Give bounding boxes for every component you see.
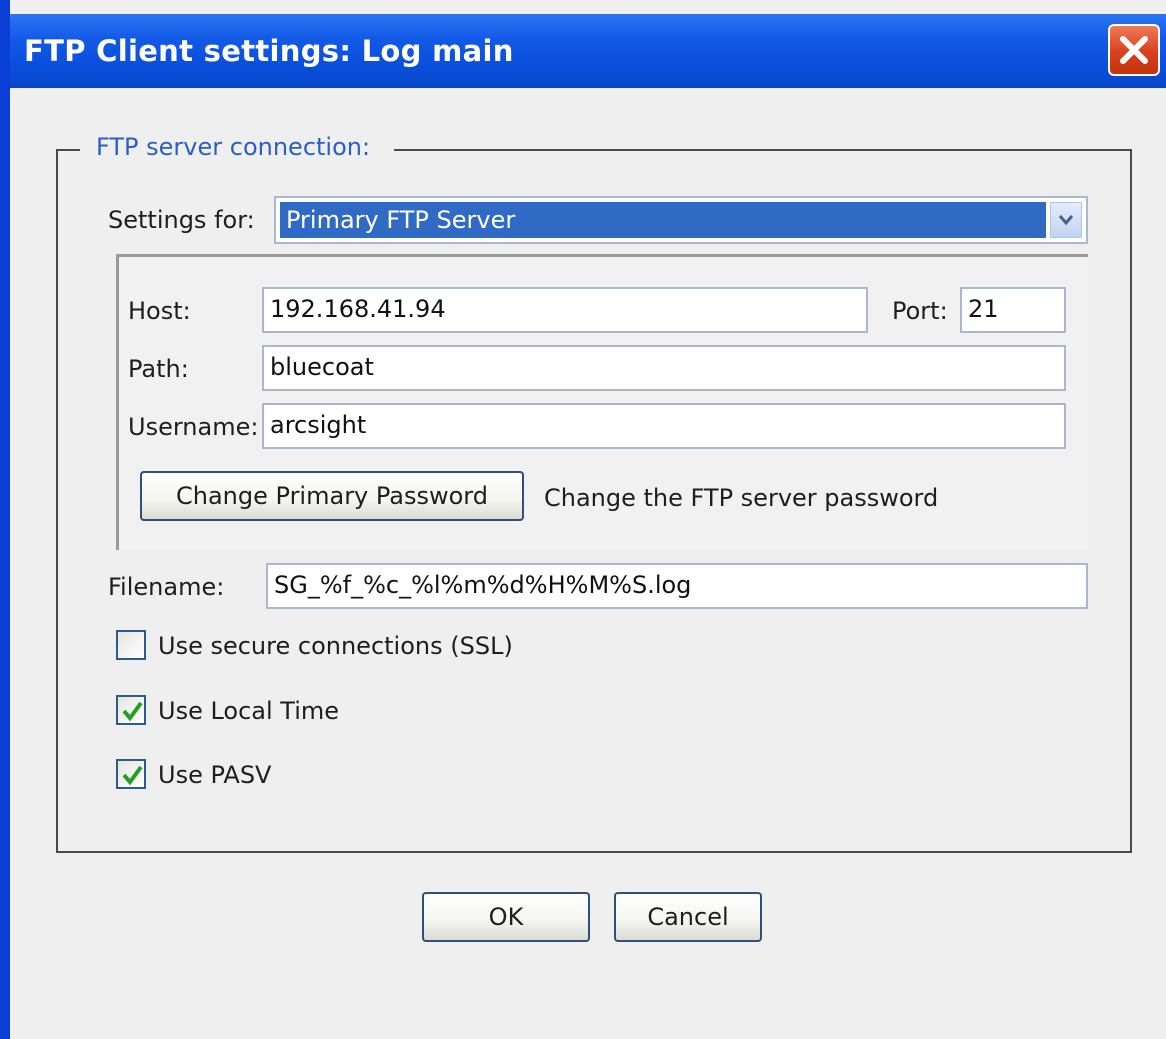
- path-label: Path:: [128, 355, 189, 383]
- dialog-window: FTP Client settings: Log main FTP server…: [0, 0, 1166, 1039]
- filename-label: Filename:: [108, 573, 225, 601]
- close-icon: [1120, 36, 1148, 64]
- host-label: Host:: [128, 297, 191, 325]
- username-input[interactable]: arcsight: [262, 403, 1066, 449]
- port-label: Port:: [892, 297, 948, 325]
- settings-for-value: Primary FTP Server: [280, 202, 1046, 238]
- path-input[interactable]: bluecoat: [262, 345, 1066, 391]
- local-time-label: Use Local Time: [158, 697, 340, 725]
- check-icon: [122, 765, 143, 786]
- ssl-checkbox[interactable]: [116, 630, 146, 660]
- check-icon: [122, 701, 143, 722]
- chevron-down-icon: [1058, 215, 1074, 226]
- close-button[interactable]: [1108, 24, 1160, 76]
- ssl-checkbox-label: Use secure connections (SSL): [158, 632, 513, 660]
- username-label: Username:: [128, 413, 259, 441]
- filename-input[interactable]: SG_%f_%c_%l%m%d%H%M%S.log: [266, 563, 1088, 609]
- dropdown-button[interactable]: [1050, 202, 1082, 238]
- window-title: FTP Client settings: Log main: [24, 34, 514, 68]
- pasv-checkbox[interactable]: [116, 759, 146, 789]
- settings-for-label: Settings for:: [108, 206, 255, 234]
- settings-for-select[interactable]: Primary FTP Server: [274, 196, 1088, 244]
- pasv-label: Use PASV: [158, 761, 272, 789]
- password-hint: Change the FTP server password: [544, 484, 939, 512]
- group-legend: FTP server connection:: [80, 133, 395, 161]
- local-time-checkbox[interactable]: [116, 695, 146, 725]
- host-input[interactable]: 192.168.41.94: [262, 287, 868, 333]
- change-password-button[interactable]: Change Primary Password: [140, 471, 524, 521]
- port-input[interactable]: 21: [960, 287, 1066, 333]
- title-bar[interactable]: FTP Client settings: Log main: [10, 14, 1166, 88]
- ok-button[interactable]: OK: [422, 892, 590, 942]
- cancel-button[interactable]: Cancel: [614, 892, 762, 942]
